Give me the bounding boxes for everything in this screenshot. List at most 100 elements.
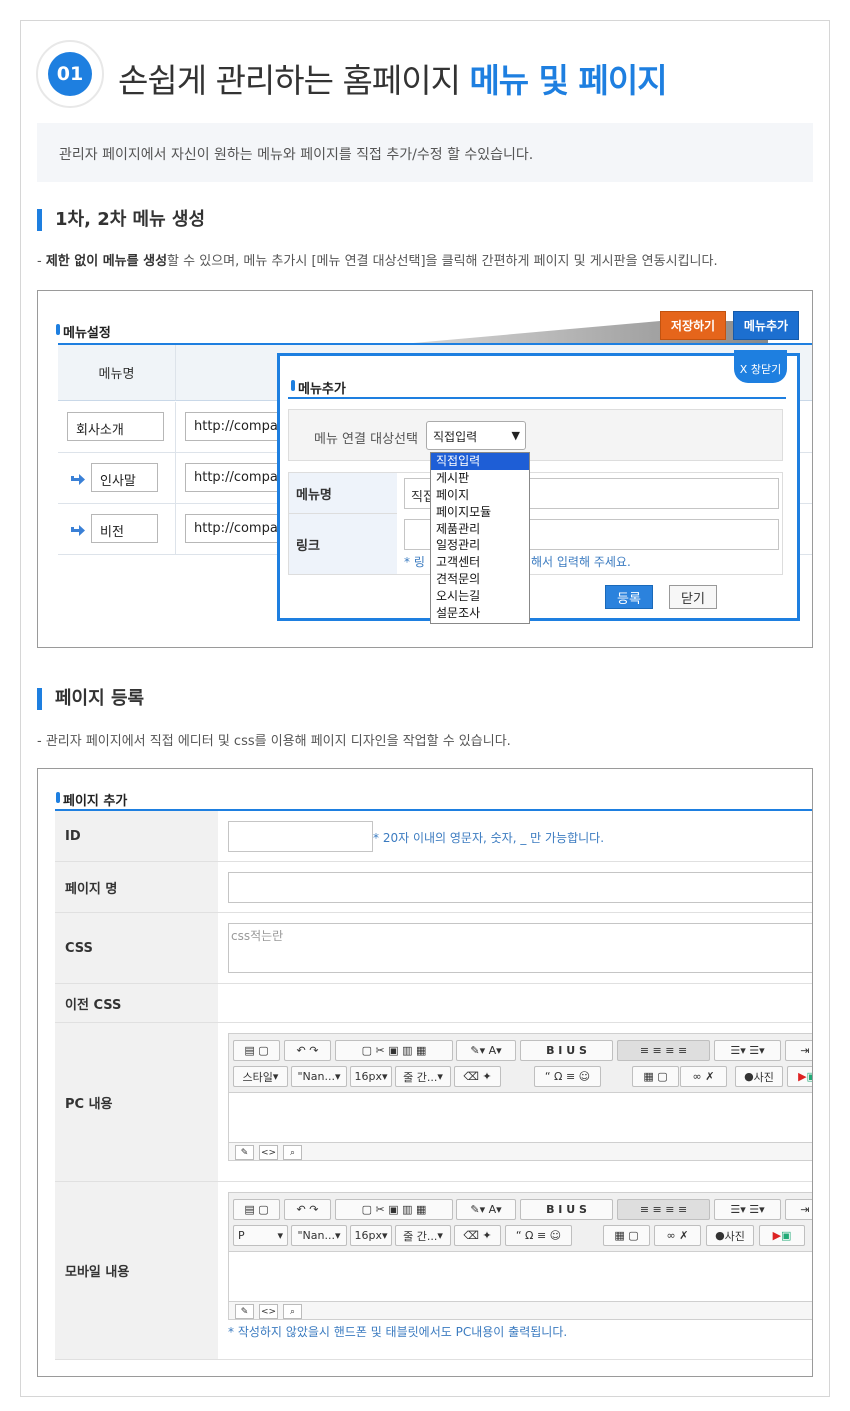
dropdown-option[interactable]: 일정관리 (431, 537, 529, 554)
design-mode-icon[interactable]: ✎ (235, 1145, 254, 1160)
style-select[interactable]: P ▾ (233, 1225, 288, 1246)
submenu-arrow-icon (71, 474, 85, 485)
preview-icon[interactable]: ⌕ (283, 1145, 302, 1160)
line-height-select[interactable]: 줄 간... ▾ (395, 1066, 451, 1087)
menu-settings-screenshot: 메뉴설정 저장하기 메뉴추가 메뉴명 회사소개 http://compan 인사… (37, 290, 813, 648)
row-css: CSS css적는란 (55, 913, 812, 984)
link-target-row: 메뉴 연결 대상선택 직접입력 ▼ (288, 409, 783, 461)
undo-redo-icon[interactable]: ↶ ↷ (284, 1040, 331, 1061)
editor-mode-bar: ✎ <> ⌕ (229, 1143, 812, 1160)
label-prev-css: 이전 CSS (55, 984, 218, 1022)
link-icon[interactable]: ∞ ✗ (680, 1066, 727, 1087)
chevron-down-icon: ▼ (511, 429, 520, 442)
menu-name-input[interactable]: 비전 (91, 514, 158, 543)
label-id: ID (55, 811, 218, 861)
list-icon[interactable]: ☰▾ ☰▾ (714, 1040, 781, 1061)
size-select[interactable]: 16px ▾ (350, 1225, 392, 1246)
section-desc-page: - 관리자 페이지에서 직접 에디터 및 css를 이용해 페이지 디자인을 작… (37, 734, 511, 749)
size-select[interactable]: 16px ▾ (350, 1066, 392, 1087)
font-select[interactable]: "Nan... ▾ (291, 1225, 347, 1246)
section-title-page: 페이지 등록 (37, 688, 144, 710)
media-icon[interactable]: ▶ ▣ (787, 1066, 812, 1087)
photo-button[interactable]: ● 사진 (706, 1225, 754, 1246)
link-icon[interactable]: ∞ ✗ (654, 1225, 701, 1246)
print-icon[interactable]: ▤ ▢ (233, 1040, 280, 1061)
id-input[interactable] (228, 821, 373, 852)
eraser-icon[interactable]: ⌫ ✦ (454, 1066, 501, 1087)
pc-editor-area[interactable] (229, 1093, 812, 1143)
preview-icon[interactable]: ⌕ (283, 1304, 302, 1319)
indent-icon[interactable]: ⇥ (785, 1199, 812, 1220)
dropdown-option[interactable]: 직접입력 (431, 453, 529, 470)
add-menu-popup: X 창닫기 메뉴추가 메뉴 연결 대상선택 직접입력 ▼ 메뉴명 직접 링크 * … (277, 350, 800, 621)
link-target-dropdown: 직접입력 게시판 페이지 페이지모듈 제품관리 일정관리 고객센터 견적문의 오… (430, 452, 530, 624)
dropdown-option[interactable]: 제품관리 (431, 521, 529, 538)
dropdown-option[interactable]: 게시판 (431, 470, 529, 487)
save-button[interactable]: 저장하기 (660, 311, 726, 340)
link-hint-end: 해서 입력해 주세요. (531, 555, 631, 569)
clipboard-icon[interactable]: ▢ ✂ ▣ ▥ ▦ (335, 1199, 453, 1220)
align-icon[interactable]: ≡ ≡ ≡ ≡ (617, 1040, 710, 1061)
table-icon[interactable]: ▦ ▢ (632, 1066, 679, 1087)
label-mobile-content: 모바일 내용 (55, 1182, 218, 1359)
html-mode-icon[interactable]: <> (259, 1304, 278, 1319)
dropdown-option[interactable]: 페이지모듈 (431, 504, 529, 521)
dropdown-option[interactable]: 오시는길 (431, 588, 529, 605)
close-button[interactable]: 닫기 (669, 585, 717, 609)
eraser-icon[interactable]: ⌫ ✦ (454, 1225, 501, 1246)
field-label-menu-name: 메뉴명 (289, 473, 397, 514)
table-icon[interactable]: ▦ ▢ (603, 1225, 650, 1246)
dropdown-option[interactable]: 견적문의 (431, 571, 529, 588)
indent-icon[interactable]: ⇥ (785, 1040, 812, 1061)
text-format-icon[interactable]: B I U S (520, 1040, 613, 1061)
field-label-link: 링크 (289, 514, 397, 574)
highlight-color-icon[interactable]: ✎▾ A▾ (456, 1040, 516, 1061)
css-textarea[interactable]: css적는란 (228, 923, 812, 973)
html-mode-icon[interactable]: <> (259, 1145, 278, 1160)
step-number-badge: 01 (36, 40, 104, 108)
submenu-arrow-icon (71, 525, 85, 536)
mobile-editor-area[interactable] (229, 1252, 812, 1302)
page-add-screenshot: 페이지 추가 ID * 20자 이내의 영문자, 숫자, _ 만 가능합니다. … (37, 768, 813, 1377)
editor-mode-bar: ✎ <> ⌕ (229, 1302, 812, 1319)
style-select[interactable]: 스타일 ▾ (233, 1066, 288, 1087)
print-icon[interactable]: ▤ ▢ (233, 1199, 280, 1220)
label-pc-content: PC 내용 (55, 1023, 218, 1181)
id-hint: * 20자 이내의 영문자, 숫자, _ 만 가능합니다. (373, 831, 605, 845)
page-add-title: 페이지 추가 (56, 790, 127, 809)
popup-close-tab[interactable]: X 창닫기 (734, 350, 787, 383)
row-pc-content: PC 내용 ▤ ▢ ↶ ↷ ▢ ✂ ▣ ▥ ▦ ✎▾ A▾ B I U S ≡ … (55, 1023, 812, 1182)
quote-symbol-icon[interactable]: “ Ω ≡ ☺ (534, 1066, 601, 1087)
design-mode-icon[interactable]: ✎ (235, 1304, 254, 1319)
dropdown-option[interactable]: 페이지 (431, 487, 529, 504)
link-target-label: 메뉴 연결 대상선택 (314, 432, 418, 447)
font-select[interactable]: "Nan... ▾ (291, 1066, 347, 1087)
register-button[interactable]: 등록 (605, 585, 653, 609)
align-icon[interactable]: ≡ ≡ ≡ ≡ (617, 1199, 710, 1220)
row-prev-css: 이전 CSS (55, 984, 812, 1023)
page-name-input[interactable] (228, 872, 812, 903)
menu-name-input[interactable]: 인사말 (91, 463, 158, 492)
highlight-color-icon[interactable]: ✎▾ A▾ (456, 1199, 516, 1220)
menu-name-input[interactable]: 회사소개 (67, 412, 164, 441)
row-mobile-content: 모바일 내용 ▤ ▢ ↶ ↷ ▢ ✂ ▣ ▥ ▦ ✎▾ A▾ B I U S ≡… (55, 1182, 812, 1360)
section-title-menu: 1차, 2차 메뉴 생성 (37, 209, 205, 231)
quote-symbol-icon[interactable]: “ Ω ≡ ☺ (505, 1225, 572, 1246)
editor-toolbar: ▤ ▢ ↶ ↷ ▢ ✂ ▣ ▥ ▦ ✎▾ A▾ B I U S ≡ ≡ ≡ ≡ … (229, 1034, 812, 1093)
popup-title: 메뉴추가 (291, 378, 346, 397)
clipboard-icon[interactable]: ▢ ✂ ▣ ▥ ▦ (335, 1040, 453, 1061)
line-height-select[interactable]: 줄 간... ▾ (395, 1225, 451, 1246)
add-menu-button[interactable]: 메뉴추가 (733, 311, 799, 340)
mobile-editor: ▤ ▢ ↶ ↷ ▢ ✂ ▣ ▥ ▦ ✎▾ A▾ B I U S ≡ ≡ ≡ ≡ … (228, 1192, 812, 1320)
link-target-select[interactable]: 직접입력 ▼ (426, 421, 526, 450)
list-icon[interactable]: ☰▾ ☰▾ (714, 1199, 781, 1220)
dropdown-option[interactable]: 설문조사 (431, 605, 529, 622)
link-hint-start: * 링 (404, 555, 425, 569)
media-icon[interactable]: ▶ ▣ (759, 1225, 805, 1246)
page-title: 손쉽게 관리하는 홈페이지 메뉴 및 페이지 (118, 61, 668, 100)
undo-redo-icon[interactable]: ↶ ↷ (284, 1199, 331, 1220)
column-header-menu-name: 메뉴명 (58, 345, 175, 401)
photo-button[interactable]: ● 사진 (735, 1066, 783, 1087)
text-format-icon[interactable]: B I U S (520, 1199, 613, 1220)
dropdown-option[interactable]: 고객센터 (431, 554, 529, 571)
